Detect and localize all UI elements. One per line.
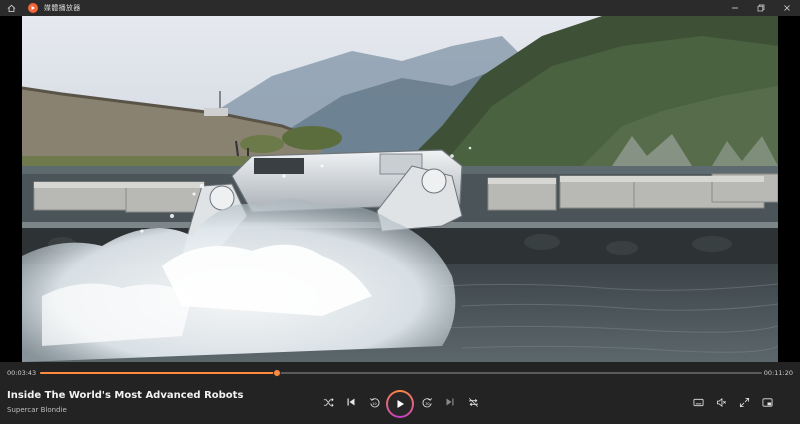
seek-bar-progress xyxy=(40,372,277,374)
svg-text:30: 30 xyxy=(425,401,429,405)
next-button[interactable] xyxy=(440,392,460,412)
media-player-window: 媒體播放器 00:03:43 00:11:20 Inside The World… xyxy=(0,0,800,424)
letterbox-right xyxy=(778,16,800,362)
forward-30-icon: 30 xyxy=(422,397,432,407)
restore-icon xyxy=(757,4,765,12)
media-title: Inside The World's Most Advanced Robots xyxy=(7,390,244,401)
fullscreen-button[interactable] xyxy=(734,392,754,412)
skip-previous-icon xyxy=(347,398,355,406)
rewind-10-button[interactable]: 10 xyxy=(364,392,384,412)
miniplayer-button[interactable] xyxy=(757,392,777,412)
letterbox-left xyxy=(0,16,22,362)
repeat-off-icon xyxy=(468,397,478,407)
media-player-app-icon xyxy=(28,3,38,13)
video-frame[interactable] xyxy=(22,16,778,362)
previous-button[interactable] xyxy=(341,392,361,412)
captions-icon xyxy=(693,398,703,406)
media-subtitle: Supercar Blondie xyxy=(7,406,67,414)
restore-button[interactable] xyxy=(748,0,774,16)
close-icon xyxy=(784,5,790,11)
shuffle-icon xyxy=(323,397,334,407)
home-button[interactable] xyxy=(0,0,22,16)
playback-controls: 00:03:43 00:11:20 Inside The World's Mos… xyxy=(0,362,800,424)
seek-thumb[interactable] xyxy=(272,369,281,377)
title-bar: 媒體播放器 xyxy=(0,0,800,16)
play-icon xyxy=(397,400,404,408)
home-icon xyxy=(7,4,15,12)
forward-30-button[interactable]: 30 xyxy=(417,392,437,412)
seek-bar[interactable] xyxy=(40,369,762,377)
close-button[interactable] xyxy=(774,0,800,16)
svg-text:10: 10 xyxy=(372,401,376,405)
repeat-button[interactable] xyxy=(463,392,483,412)
minimize-button[interactable] xyxy=(722,0,748,16)
current-time: 00:03:43 xyxy=(7,369,37,377)
volume-icon xyxy=(716,397,726,407)
window-title: 媒體播放器 xyxy=(44,4,81,12)
captions-button[interactable] xyxy=(688,392,708,412)
skip-next-icon xyxy=(446,398,454,406)
minimize-icon xyxy=(732,7,738,9)
rewind-10-icon: 10 xyxy=(369,397,379,407)
shuffle-button[interactable] xyxy=(318,392,338,412)
miniplayer-icon xyxy=(762,397,772,407)
play-button[interactable] xyxy=(386,390,414,418)
total-time: 00:11:20 xyxy=(763,369,793,377)
fullscreen-icon xyxy=(739,397,749,407)
video-scene xyxy=(22,16,778,362)
window-controls xyxy=(722,0,800,16)
volume-button[interactable] xyxy=(711,392,731,412)
